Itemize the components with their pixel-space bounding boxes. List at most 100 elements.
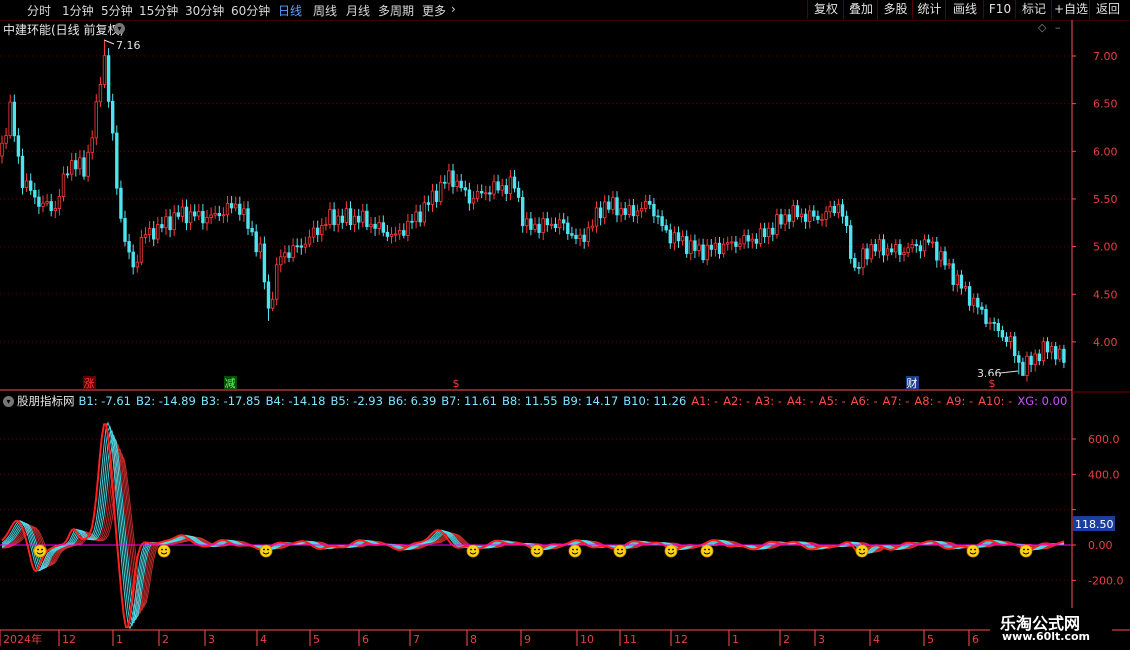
toolbar-button-2[interactable]: 多股 bbox=[877, 0, 913, 19]
indicator-name: 股朋指标网 bbox=[17, 394, 75, 408]
period-tab-9[interactable]: 多周期 bbox=[378, 2, 414, 19]
candle-body bbox=[939, 251, 943, 261]
smiley-mouth bbox=[969, 552, 977, 555]
candle-body bbox=[775, 214, 779, 235]
time-label-13: 12 bbox=[674, 633, 688, 646]
b-value-1: B1: -7.61 bbox=[78, 394, 132, 408]
toolbar-button-3[interactable]: 统计 bbox=[912, 0, 946, 19]
candle-body bbox=[139, 237, 144, 263]
oscillator-line-b4 bbox=[1, 433, 1065, 621]
candle-body bbox=[135, 261, 139, 268]
candle-body bbox=[639, 207, 644, 212]
candle-body bbox=[385, 231, 390, 237]
low-label-pointer bbox=[999, 370, 1019, 374]
toolbar-button-0[interactable]: 复权 bbox=[807, 0, 844, 19]
candle-body bbox=[451, 170, 455, 187]
candle-body bbox=[86, 151, 90, 177]
a-value-3: A3: - bbox=[755, 394, 782, 408]
period-tab-7[interactable]: 周线 bbox=[313, 2, 337, 19]
toolbar-button-1[interactable]: 叠加 bbox=[843, 0, 878, 19]
a-value-1: A1: - bbox=[691, 394, 719, 408]
toolbar-button-7[interactable]: +自选 bbox=[1051, 0, 1090, 19]
indicator-legend: ▾ 股朋指标网 B1: -7.61 B2: -14.89 B3: -17.85 B4: -… bbox=[3, 393, 1067, 409]
period-tab-8[interactable]: 月线 bbox=[346, 2, 370, 19]
period-tab-1[interactable]: 1分钟 bbox=[62, 2, 94, 19]
toolbar-button-6[interactable]: 标记 bbox=[1015, 0, 1052, 19]
candle-body bbox=[426, 202, 431, 205]
candle-body bbox=[94, 101, 98, 139]
smiley-eye bbox=[37, 548, 39, 551]
candle-body bbox=[422, 202, 426, 223]
candle-body bbox=[447, 170, 451, 184]
candle-body bbox=[808, 210, 812, 222]
period-tab-10[interactable]: 更多 bbox=[422, 2, 446, 19]
candle-body bbox=[356, 215, 361, 223]
candle-body bbox=[566, 222, 570, 235]
candle-body bbox=[20, 155, 25, 188]
diamond-icon[interactable]: ◇ bbox=[1038, 21, 1046, 34]
smiley-mouth bbox=[262, 552, 270, 555]
price-tick-label: 4.50 bbox=[1093, 288, 1118, 301]
period-tab-0[interactable]: 分时 bbox=[27, 2, 51, 19]
candle-body bbox=[315, 227, 320, 235]
a-value-5: A5: - bbox=[818, 394, 846, 408]
smiley-eye bbox=[859, 548, 861, 551]
candle-body bbox=[127, 241, 131, 253]
title-menu-icon[interactable]: ▾ bbox=[114, 23, 125, 34]
time-label-7: 6 bbox=[362, 633, 369, 646]
candle-body bbox=[631, 205, 636, 217]
toolbar-button-8[interactable]: 返回 bbox=[1089, 0, 1126, 19]
time-label-18: 5 bbox=[927, 633, 934, 646]
chevron-right-icon[interactable]: › bbox=[451, 2, 456, 16]
candle-body bbox=[844, 215, 849, 227]
smiley-mouth bbox=[858, 552, 866, 555]
period-tab-5[interactable]: 60分钟 bbox=[231, 2, 270, 19]
candle-body bbox=[836, 204, 841, 214]
candle-body bbox=[762, 228, 767, 238]
candle-body bbox=[857, 266, 861, 269]
candle-body bbox=[328, 209, 332, 226]
candle-body bbox=[803, 213, 808, 222]
candle-body bbox=[484, 192, 488, 195]
indicator-menu-icon[interactable]: ▾ bbox=[3, 396, 14, 407]
candle-body bbox=[865, 248, 869, 260]
oscillator-line-b2 bbox=[1, 425, 1065, 627]
candle-body bbox=[270, 298, 275, 309]
minimize-icon[interactable]: – bbox=[1055, 21, 1061, 34]
candle-body bbox=[1013, 336, 1017, 357]
candle-body bbox=[898, 244, 902, 255]
b-value-7: B7: 11.61 bbox=[441, 394, 497, 408]
time-label-15: 2 bbox=[783, 633, 790, 646]
period-tab-3[interactable]: 15分钟 bbox=[139, 2, 178, 19]
candle-body bbox=[1004, 336, 1009, 343]
time-label-3: 2 bbox=[162, 633, 169, 646]
event-marker-0: 涨 bbox=[84, 377, 95, 390]
time-label-8: 7 bbox=[413, 633, 420, 646]
smiley-eye bbox=[621, 548, 623, 551]
chart-title: 中建环能(日线 前复权) bbox=[3, 23, 125, 37]
candle-body bbox=[180, 206, 185, 217]
smiley-eye bbox=[538, 548, 540, 551]
candle-body bbox=[705, 244, 709, 261]
toolbar-button-4[interactable]: 画线 bbox=[945, 0, 984, 19]
oscillator-line-b6 bbox=[1, 439, 1065, 618]
candle-body bbox=[82, 157, 86, 177]
candle-body bbox=[557, 219, 562, 229]
candle-body bbox=[233, 203, 238, 209]
smiley-icon bbox=[259, 544, 273, 558]
period-tab-2[interactable]: 5分钟 bbox=[101, 2, 133, 19]
candle-body bbox=[78, 157, 82, 170]
event-marker-bg bbox=[224, 376, 237, 389]
candle-body bbox=[274, 264, 279, 300]
toolbar-button-5[interactable]: F10 bbox=[983, 0, 1016, 19]
period-tab-6[interactable]: 日线 bbox=[278, 2, 302, 19]
candle-body bbox=[648, 200, 652, 205]
candle-body bbox=[824, 211, 828, 220]
candle-body bbox=[976, 297, 980, 308]
candle-body bbox=[70, 160, 74, 175]
candle-body bbox=[393, 233, 398, 236]
candle-body bbox=[570, 233, 574, 236]
candle-body bbox=[959, 274, 964, 289]
candle-body bbox=[402, 230, 406, 236]
period-tab-4[interactable]: 30分钟 bbox=[185, 2, 224, 19]
